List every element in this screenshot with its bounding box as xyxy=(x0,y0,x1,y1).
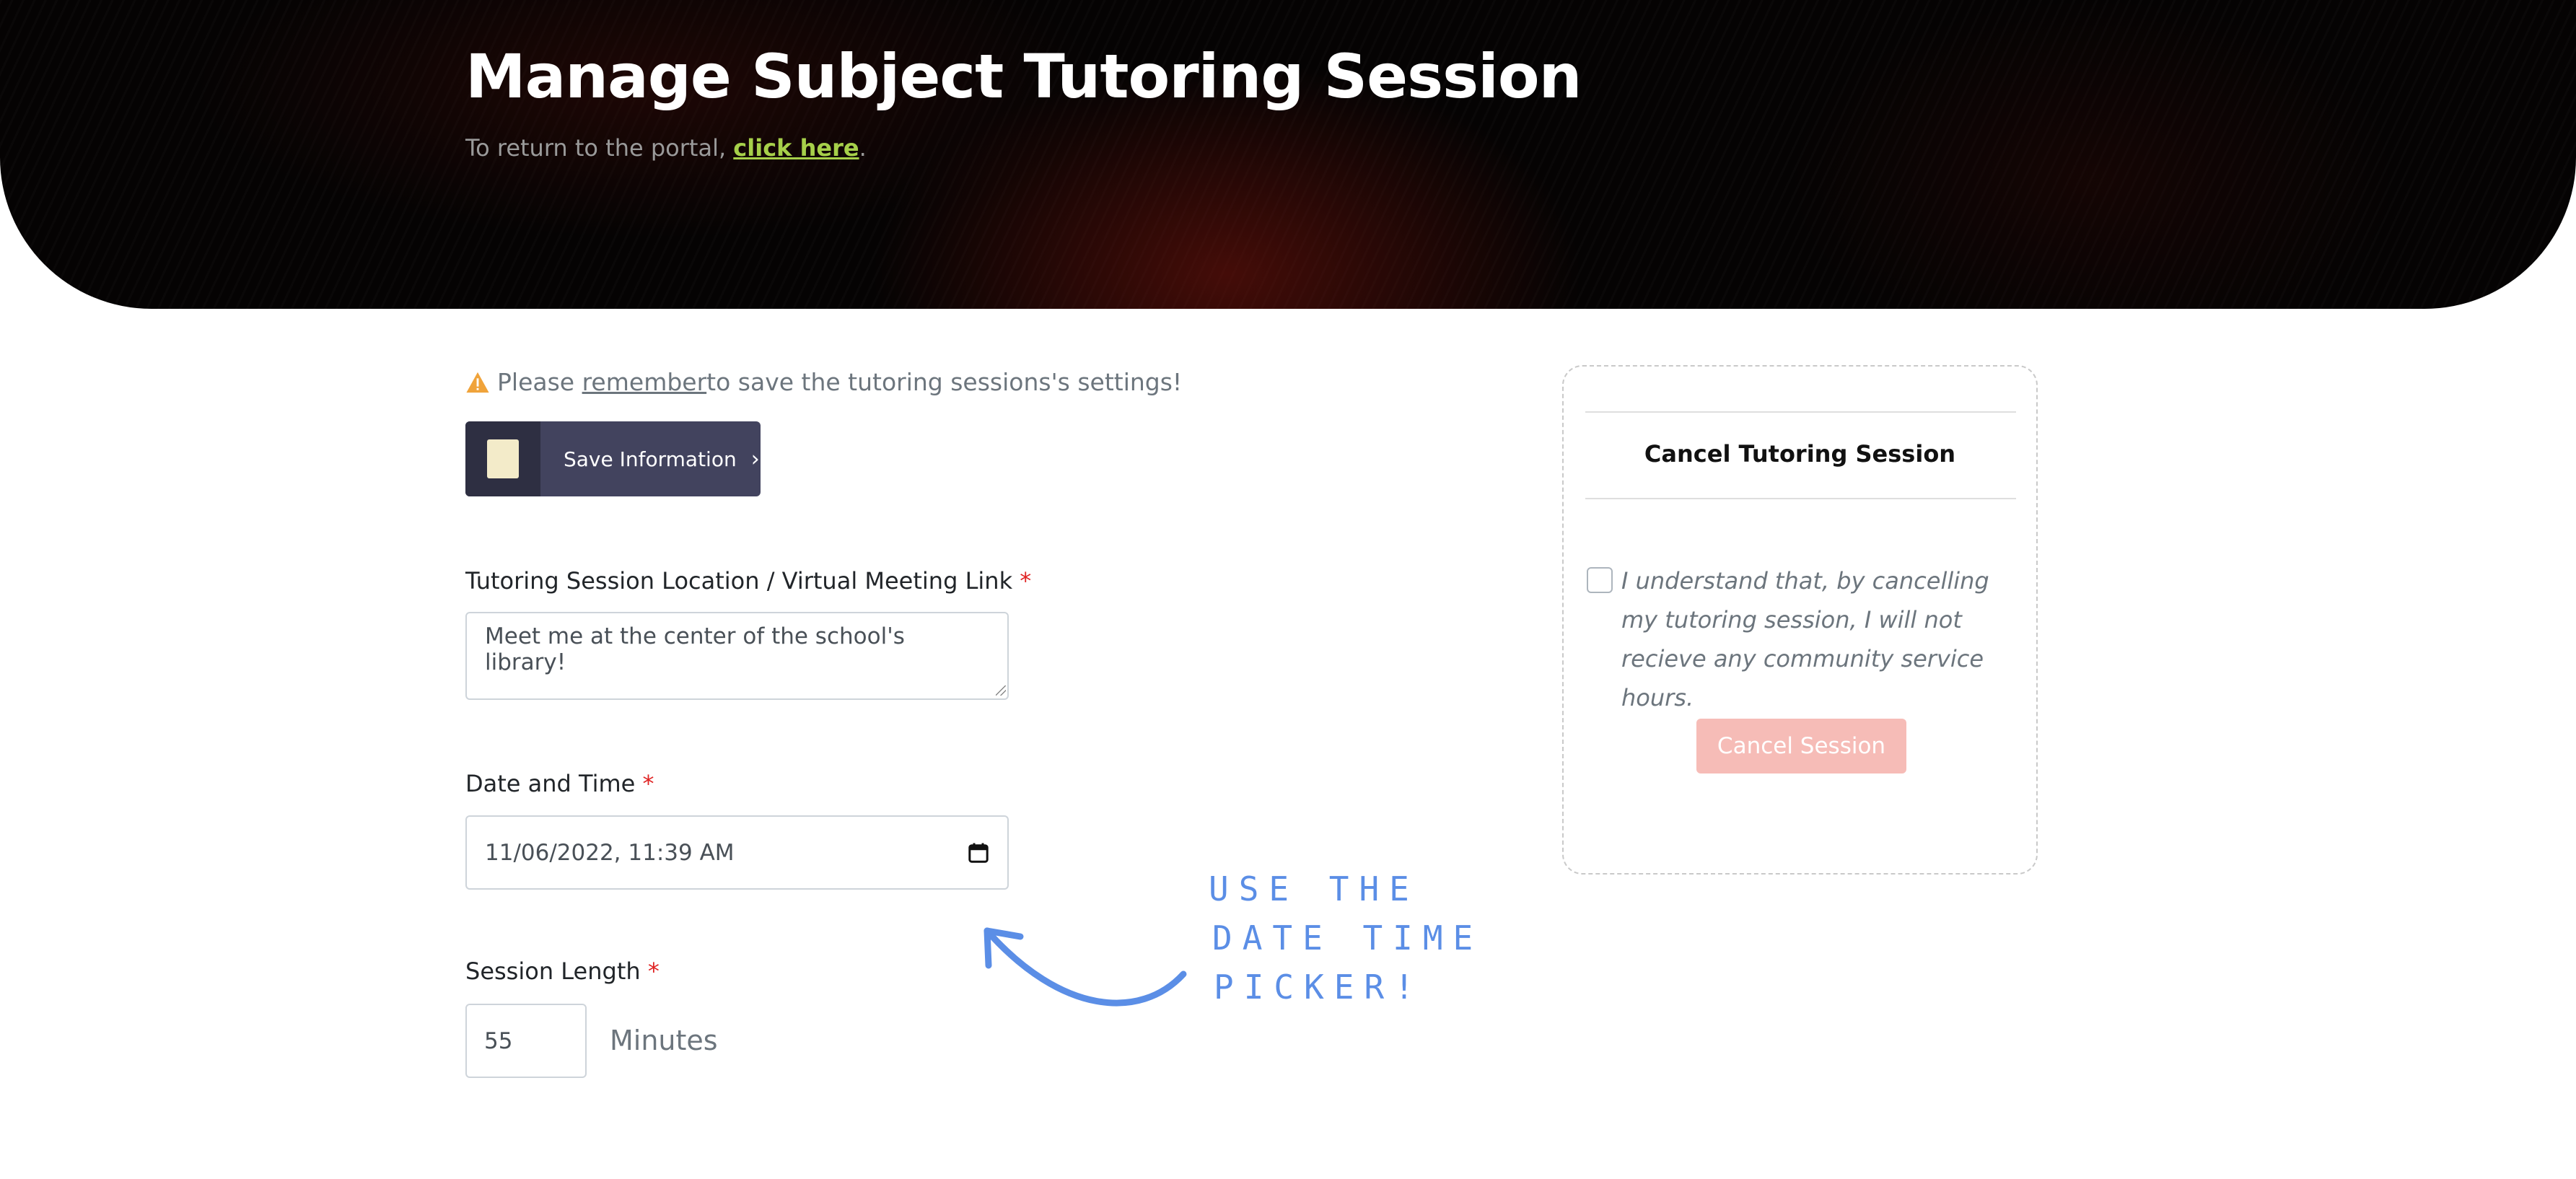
chevron-right-icon: › xyxy=(750,446,760,472)
annotation-line-2: DATE TIME xyxy=(1212,919,1483,957)
cancel-session-button[interactable]: Cancel Session xyxy=(1696,719,1906,773)
cancel-card-title: Cancel Tutoring Session xyxy=(1644,440,1956,468)
acknowledge-text: I understand that, by cancelling my tuto… xyxy=(1621,567,1989,711)
datetime-value: 11/06/2022, 11:39 AM xyxy=(485,839,735,866)
required-mark: * xyxy=(1020,567,1032,595)
header-banner: Manage Subject Tutoring Session To retur… xyxy=(0,0,2576,309)
reminder-prefix: Please xyxy=(497,368,575,396)
acknowledge-checkbox[interactable] xyxy=(1587,567,1613,593)
required-mark: * xyxy=(647,957,660,985)
location-label-text: Tutoring Session Location / Virtual Meet… xyxy=(465,567,1013,595)
datetime-input[interactable]: 11/06/2022, 11:39 AM xyxy=(465,815,1009,890)
divider xyxy=(1585,411,2016,413)
document-icon xyxy=(465,421,540,496)
resize-handle-icon[interactable] xyxy=(996,685,1006,696)
portal-return-link[interactable]: click here xyxy=(733,134,859,162)
required-mark: * xyxy=(642,770,654,797)
divider xyxy=(1585,498,2016,499)
session-length-label-text: Session Length xyxy=(465,957,641,985)
handwritten-annotation: USE THE DATE TIME PICKER! xyxy=(983,869,1483,1007)
portal-return-text: To return to the portal, click here. xyxy=(465,134,867,162)
reminder-emphasis: remember xyxy=(582,368,707,396)
save-reminder: Please remember to save the tutoring ses… xyxy=(465,368,1182,396)
portal-return-prefix: To return to the portal, xyxy=(465,134,734,162)
save-information-button[interactable]: Save Information › xyxy=(465,421,761,496)
warning-icon xyxy=(466,372,489,393)
annotation-line-3: PICKER! xyxy=(1214,968,1424,1007)
session-length-label: Session Length * xyxy=(465,957,660,985)
session-length-input[interactable]: 55 xyxy=(465,1004,587,1078)
datetime-label: Date and Time * xyxy=(465,770,654,797)
location-textarea[interactable]: Meet me at the center of the school's li… xyxy=(465,612,1009,700)
portal-return-suffix: . xyxy=(859,134,867,162)
datetime-label-text: Date and Time xyxy=(465,770,636,797)
page-title: Manage Subject Tutoring Session xyxy=(465,41,1582,112)
location-label: Tutoring Session Location / Virtual Meet… xyxy=(465,567,1031,595)
cancel-session-card: Cancel Tutoring Session I understand tha… xyxy=(1562,365,2038,875)
save-information-label: Save Information xyxy=(564,447,737,471)
minutes-unit-label: Minutes xyxy=(610,1025,718,1056)
annotation-line-1: USE THE xyxy=(1209,869,1419,908)
reminder-suffix: to save the tutoring sessions's settings… xyxy=(706,368,1183,396)
